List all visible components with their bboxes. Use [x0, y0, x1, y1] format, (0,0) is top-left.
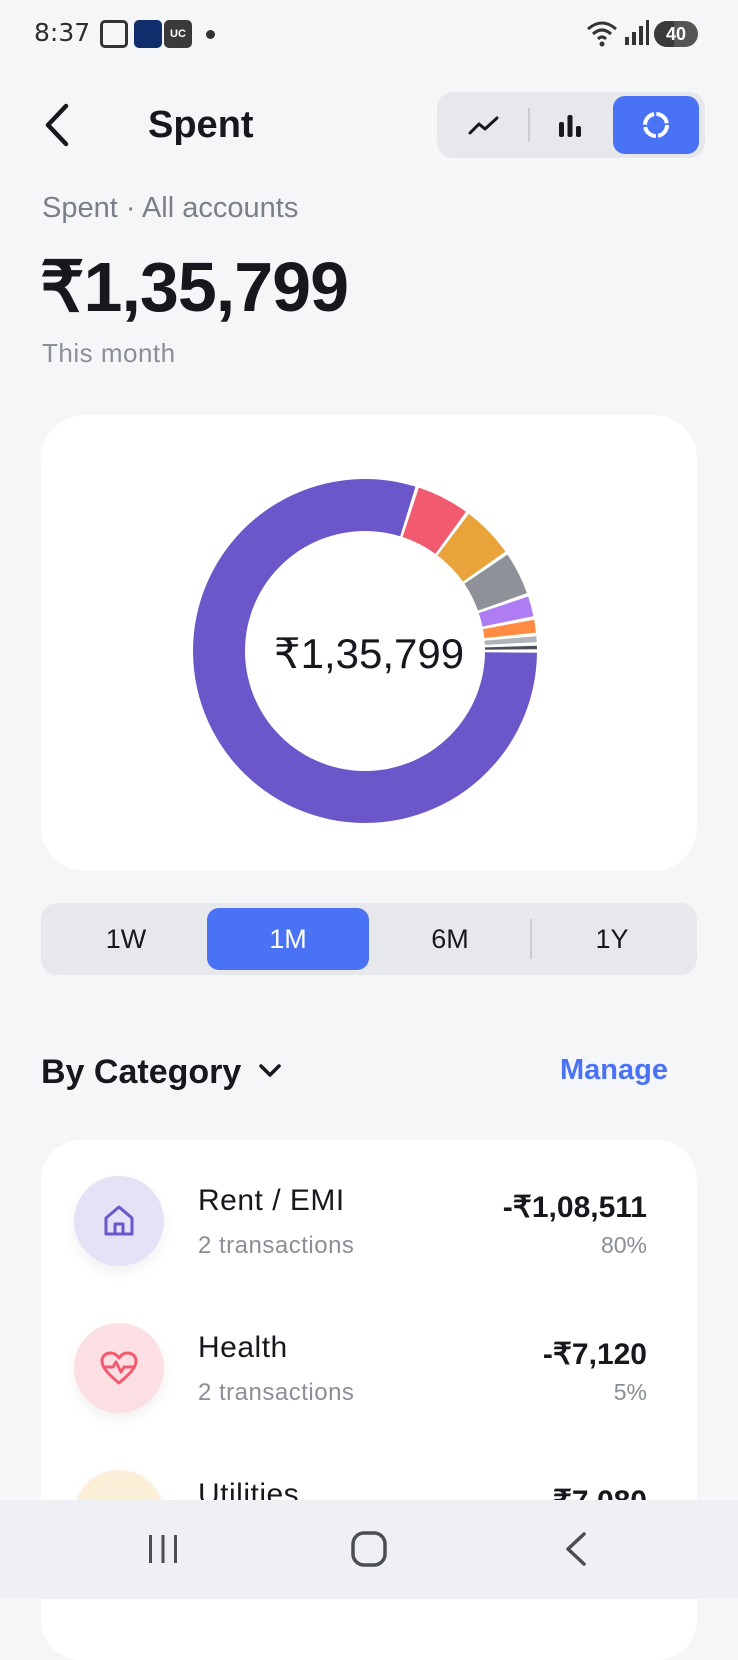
battery-icon: 40	[654, 21, 698, 47]
summary-period: This month	[42, 338, 176, 368]
category-name: Rent / EMI	[198, 1184, 345, 1217]
donut-chart-icon	[643, 112, 669, 138]
donut-chart-view-button[interactable]	[613, 96, 699, 154]
category-name: Health	[198, 1331, 288, 1364]
summary-subtitle: Spent · All accounts	[42, 192, 299, 224]
bar-chart-view-button[interactable]	[527, 96, 613, 154]
status-bar: 8:37 UC 40	[0, 0, 738, 70]
manage-button[interactable]: Manage	[560, 1054, 668, 1087]
app-notification-icon	[134, 20, 162, 48]
view-mode-toggle	[437, 92, 705, 158]
category-percent: 5%	[613, 1379, 647, 1405]
signal-icon	[625, 20, 649, 45]
home-nav-icon[interactable]	[350, 1530, 388, 1568]
battery-level: 40	[665, 24, 687, 44]
category-row-rent-emi[interactable]: Rent / EMI 2 transactions -₹1,08,511 80%	[41, 1140, 697, 1280]
range-tab-1m[interactable]: 1M	[207, 908, 369, 970]
back-arrow-icon[interactable]	[38, 100, 78, 150]
recent-apps-icon[interactable]	[146, 1532, 180, 1566]
back-nav-icon[interactable]	[562, 1530, 590, 1568]
category-row-health[interactable]: Health 2 transactions -₹7,120 5%	[41, 1287, 697, 1427]
category-icon-circle	[74, 1176, 164, 1266]
range-tab-1w[interactable]: 1W	[45, 908, 207, 970]
time-range-tabs: 1W 1M 6M 1Y	[41, 903, 697, 975]
line-chart-view-button[interactable]	[441, 96, 527, 154]
system-navigation-bar	[0, 1500, 738, 1599]
line-chart-icon	[468, 116, 499, 135]
total-spent-amount: ₹1,35,799	[40, 248, 349, 326]
category-grouping-selector[interactable]: By Category	[41, 1053, 241, 1092]
category-icon-circle	[74, 1323, 164, 1413]
page-title: Spent	[148, 104, 254, 146]
category-transactions: 2 transactions	[198, 1379, 355, 1406]
range-tab-1y[interactable]: 1Y	[531, 908, 693, 970]
status-time: 8:37	[34, 18, 91, 47]
range-tab-6m[interactable]: 6M	[369, 908, 531, 970]
chevron-down-icon[interactable]	[258, 1062, 282, 1080]
wifi-icon	[587, 21, 617, 47]
uc-badge-icon: UC	[164, 20, 192, 48]
category-transactions: 2 transactions	[198, 1232, 355, 1259]
donut-chart-card: ₹1,35,799	[41, 415, 697, 871]
screenshot-icon	[100, 20, 128, 48]
more-notifications-dot	[206, 30, 215, 39]
category-amount: -₹1,08,511	[502, 1191, 647, 1224]
home-icon	[104, 1205, 134, 1236]
donut-center-label: ₹1,35,799	[273, 630, 465, 677]
category-amount: -₹7,120	[542, 1338, 647, 1371]
category-percent: 80%	[600, 1232, 647, 1258]
bar-chart-icon	[559, 115, 581, 137]
heart-pulse-icon	[100, 1351, 138, 1385]
